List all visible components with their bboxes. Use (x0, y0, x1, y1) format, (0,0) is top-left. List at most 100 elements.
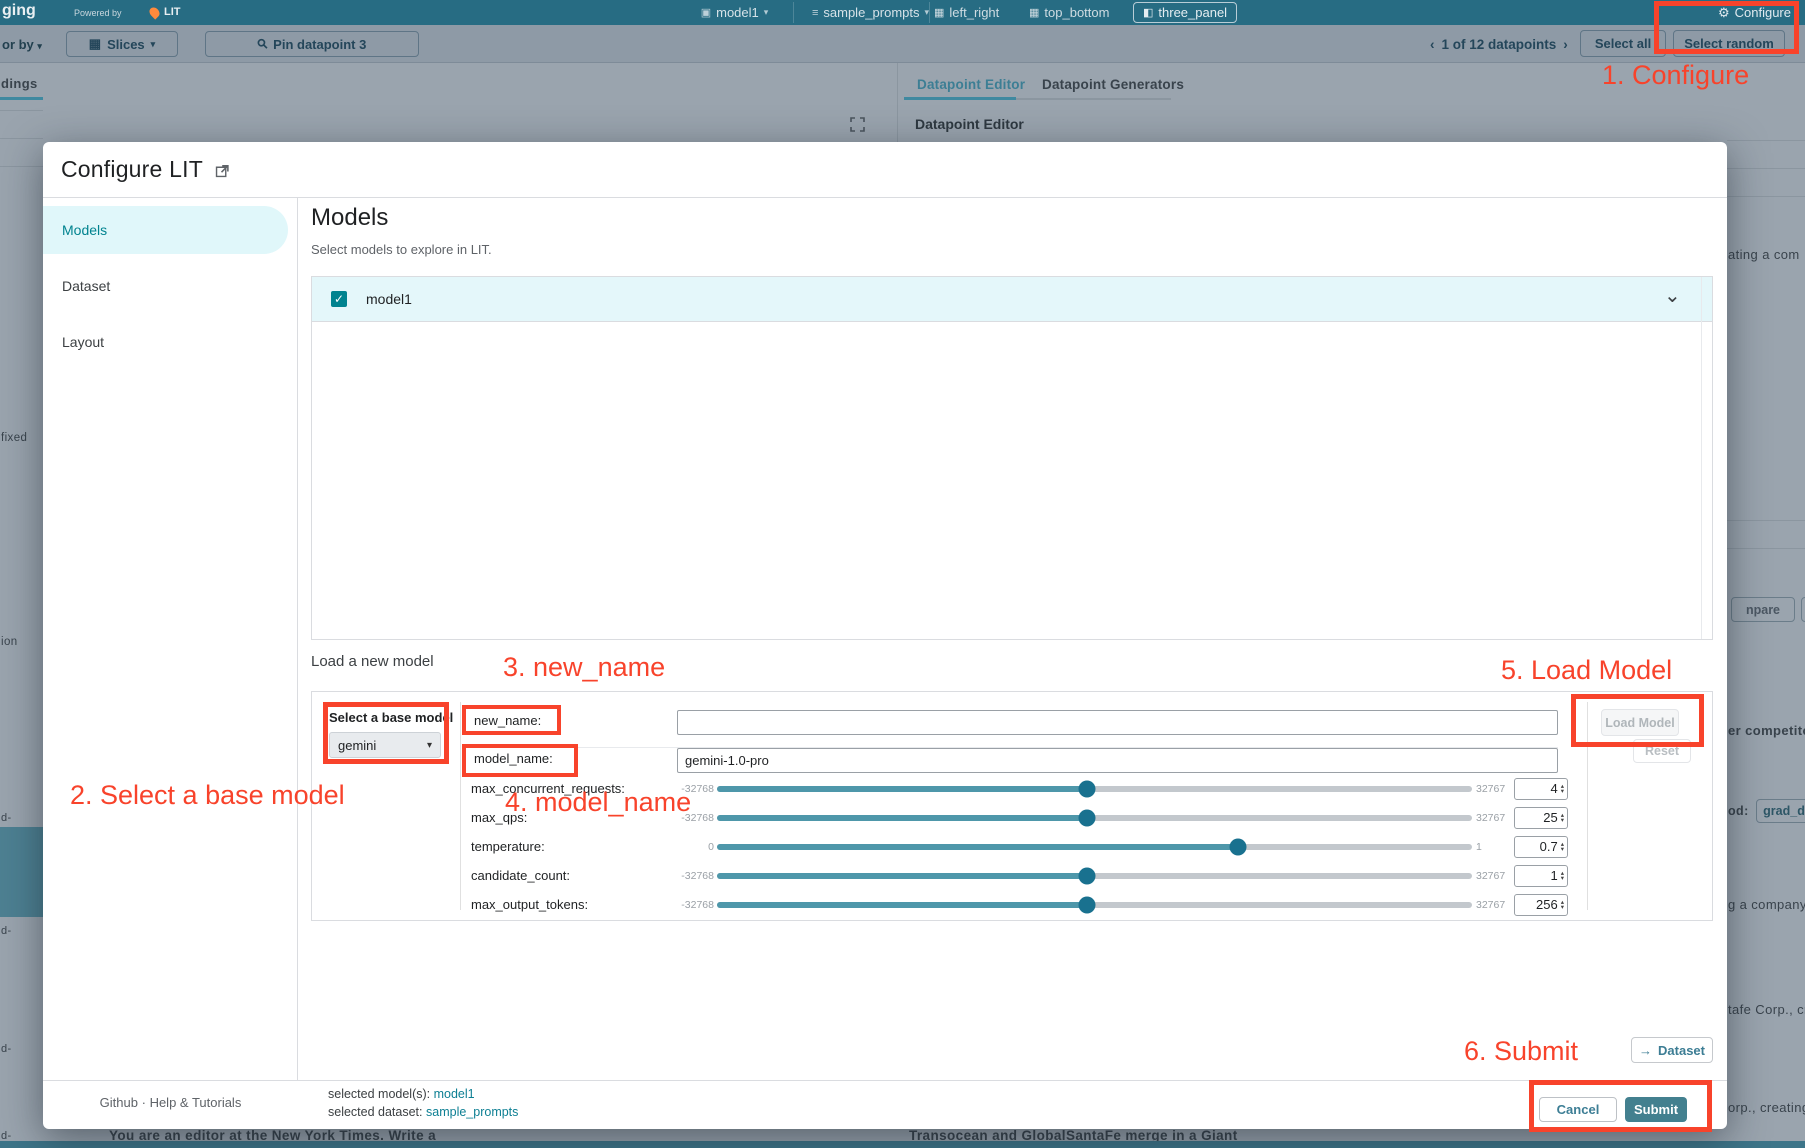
color-by-dropdown[interactable]: or by ▾ (2, 37, 42, 52)
select-random-button[interactable]: Select random (1673, 30, 1785, 57)
chevron-down-icon[interactable]: ⌄ (1664, 283, 1681, 308)
new-name-label: new_name: (474, 713, 541, 728)
layout-button-top_bottom[interactable]: ▦top_bottom (1020, 2, 1118, 23)
bg-tab-underline (1016, 98, 1171, 100)
slider-track[interactable] (717, 873, 1472, 879)
configure-button[interactable]: ⚙ Configure (1718, 2, 1791, 23)
submit-button[interactable]: Submit (1625, 1097, 1687, 1122)
select-all-button[interactable]: Select all (1580, 30, 1666, 57)
pin-icon: ⚲ (253, 35, 271, 53)
bg-text-fragment: orp., creating (1728, 1100, 1805, 1115)
layout-button-left_right[interactable]: ▦left_right (925, 2, 1008, 23)
dataset-selector-button[interactable]: ≡ sample_prompts ▾ (812, 2, 930, 23)
pin-label: Pin datapoint 3 (273, 37, 366, 52)
divider (1701, 277, 1702, 639)
dialog-nav-models[interactable]: Models (43, 206, 288, 254)
slider-value-input[interactable]: 1▴▾ (1514, 865, 1568, 887)
checkbox-checked[interactable]: ✓ (331, 291, 347, 307)
prev-datapoint-icon[interactable]: ‹ (1430, 37, 1435, 52)
slider-thumb[interactable] (1078, 780, 1095, 797)
github-link[interactable]: Github (100, 1095, 138, 1110)
pin-datapoint-button[interactable]: ⚲ Pin datapoint 3 (205, 31, 419, 57)
slider-track[interactable] (717, 844, 1472, 850)
configure-lit-dialog: Configure LIT ModelsDatasetLayout Models… (43, 142, 1727, 1129)
slider-thumb[interactable] (1078, 809, 1095, 826)
annotation-text-5: 5. Load Model (1501, 655, 1672, 686)
bg-button-fragment[interactable]: F (1801, 597, 1805, 622)
bg-compare-button[interactable]: npare (1731, 597, 1795, 622)
model-list-row[interactable]: ✓ model1 ⌄ (312, 277, 1712, 322)
base-model-select[interactable]: gemini ▾ (329, 732, 441, 758)
divider (1727, 548, 1805, 549)
slider-thumb[interactable] (1078, 896, 1095, 913)
dialog-nav-dataset[interactable]: Dataset (43, 262, 297, 310)
top-app-bar: ging Powered by LIT ▣ model1 ▾ ≡ sample_… (0, 0, 1805, 25)
help-tutorials-link[interactable]: Help & Tutorials (150, 1095, 242, 1110)
slider-max-label: 32767 (1476, 812, 1512, 824)
divider (1727, 520, 1805, 521)
separator: · (142, 1095, 146, 1110)
selected-dataset-value: sample_prompts (426, 1105, 518, 1119)
slider-value: 25 (1543, 810, 1557, 825)
stepper-arrows-icon[interactable]: ▴▾ (1561, 842, 1564, 852)
dialog-nav: Models Dataset Layout (43, 198, 298, 1080)
slider-value: 0.7 (1540, 839, 1558, 854)
slider-max-label: 32767 (1476, 870, 1512, 882)
load-model-button[interactable]: Load Model (1601, 709, 1679, 736)
section-title: Models (311, 204, 388, 232)
bg-table-cell-fragment: d- (1, 812, 12, 824)
bg-tab-datapoint-editor[interactable]: Datapoint Editor (917, 77, 1025, 92)
dataset-icon: ≡ (812, 7, 818, 19)
layout-button-three_panel[interactable]: ◧three_panel (1133, 2, 1237, 23)
bg-text-fragment: od: (1728, 804, 1749, 818)
bg-grad-chip[interactable]: grad_d (1756, 799, 1805, 823)
model-name-input[interactable]: gemini-1.0-pro (677, 748, 1558, 773)
open-in-new-icon[interactable] (213, 163, 230, 180)
stepper-arrows-icon[interactable]: ▴▾ (1561, 900, 1564, 910)
slider-thumb[interactable] (1229, 838, 1246, 855)
section-subtitle: Select models to explore in LIT. (311, 242, 492, 257)
model-list: ✓ model1 ⌄ (311, 276, 1713, 640)
check-icon: ✓ (334, 292, 344, 306)
divider (0, 138, 43, 139)
expand-icon[interactable] (850, 117, 865, 137)
stepper-arrows-icon[interactable]: ▴▾ (1561, 813, 1564, 823)
slider-fill (717, 815, 1087, 821)
chevron-down-icon: ▾ (764, 7, 769, 18)
goto-dataset-button[interactable]: → Dataset (1631, 1037, 1713, 1063)
slider-track[interactable] (717, 902, 1472, 908)
bg-left-ion-fragment: ion (1, 636, 18, 648)
cancel-button[interactable]: Cancel (1539, 1097, 1617, 1122)
bg-left-tab-underline (0, 97, 43, 100)
slider-track[interactable] (717, 815, 1472, 821)
slices-button[interactable]: ▦ Slices ▾ (66, 31, 178, 57)
bg-table-cell-fragment: d- (1, 925, 12, 937)
dialog-nav-label: Layout (62, 334, 104, 350)
bg-active-tab-underline (904, 97, 1016, 100)
bg-text-fragment: tafe Corp., cr (1728, 1002, 1805, 1017)
next-datapoint-icon[interactable]: › (1563, 37, 1568, 52)
stepper-arrows-icon[interactable]: ▴▾ (1561, 871, 1564, 881)
slider-thumb[interactable] (1078, 867, 1095, 884)
slider-track[interactable] (717, 786, 1472, 792)
bg-text-fragment: g a company (1728, 897, 1805, 912)
bg-tab-datapoint-generators[interactable]: Datapoint Generators (1042, 77, 1184, 92)
lit-flame-icon (147, 5, 161, 19)
slider-value-input[interactable]: 256▴▾ (1514, 894, 1568, 916)
lit-label: LIT (164, 6, 181, 18)
annotation-text-1: 1. Configure (1602, 60, 1749, 91)
slider-row: max_output_tokens:-3276832767256▴▾ (471, 890, 1591, 919)
slider-fill (717, 786, 1087, 792)
dialog-nav-layout[interactable]: Layout (43, 318, 297, 366)
stepper-arrows-icon[interactable]: ▴▾ (1561, 784, 1564, 794)
footer-links: Github · Help & Tutorials (43, 1095, 298, 1110)
reset-button[interactable]: Reset (1633, 739, 1691, 763)
bg-selected-row (0, 827, 43, 917)
new-name-input[interactable] (677, 710, 1558, 735)
slider-value-input[interactable]: 4▴▾ (1514, 778, 1568, 800)
dataset-selector-label: sample_prompts (823, 5, 919, 20)
divider (1727, 196, 1805, 197)
slider-value-input[interactable]: 25 ▴▾ (1514, 807, 1568, 829)
slider-value-input[interactable]: 0.7▴▾ (1514, 836, 1568, 858)
model-selector-button[interactable]: ▣ model1 ▾ (676, 2, 794, 23)
